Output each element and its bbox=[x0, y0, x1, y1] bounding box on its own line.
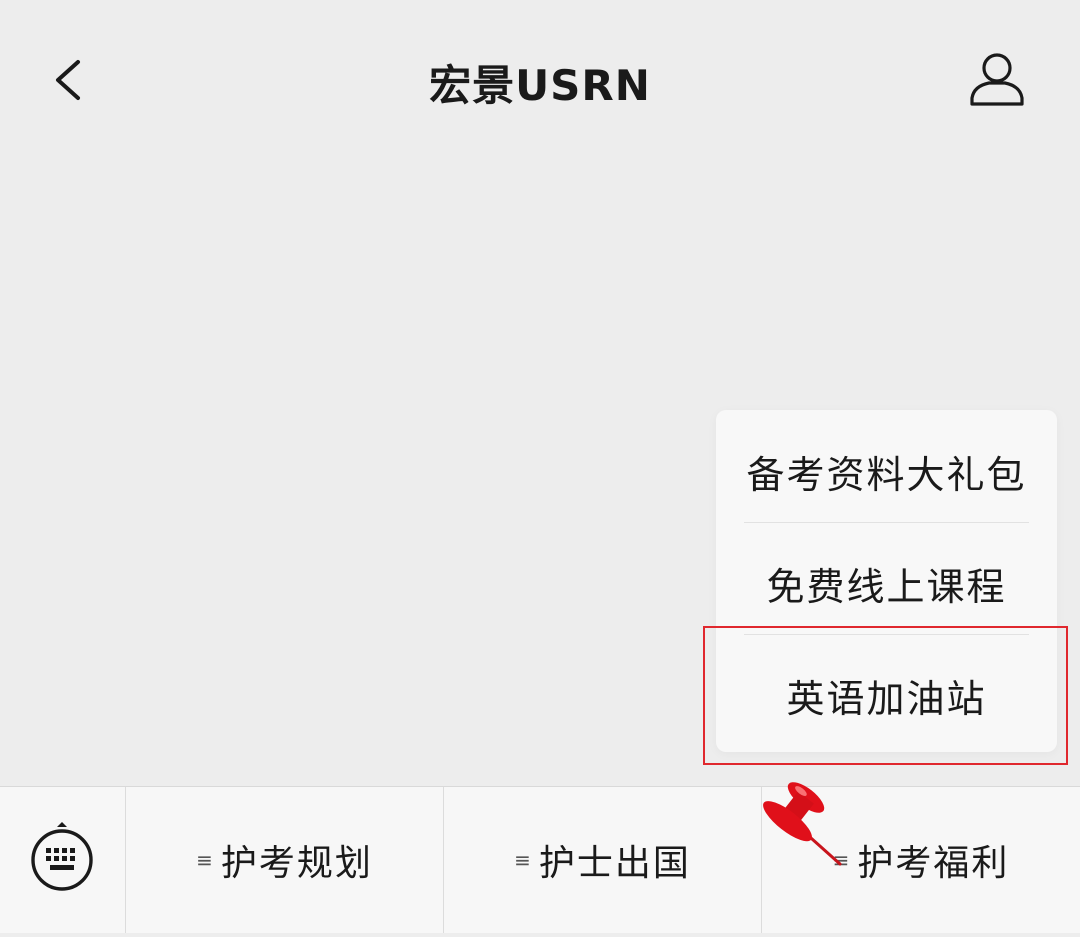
keyboard-icon bbox=[31, 822, 93, 891]
top-nav-bar: 宏景USRN bbox=[0, 0, 1080, 160]
profile-button[interactable] bbox=[962, 48, 1032, 114]
submenu-item-label: 备考资料大礼包 bbox=[746, 452, 1027, 497]
menu-list-icon: ≡ bbox=[832, 848, 850, 872]
submenu-divider bbox=[744, 522, 1029, 523]
menu-button-exam-benefits[interactable]: ≡ 护考福利 bbox=[762, 787, 1080, 933]
submenu-item-label: 英语加油站 bbox=[786, 676, 987, 721]
keyboard-toggle-button[interactable] bbox=[0, 787, 125, 933]
submenu-item-english-station[interactable]: 英语加油站 bbox=[716, 640, 1057, 750]
menu-list-icon: ≡ bbox=[196, 848, 213, 872]
bottom-menu-bar: ≡ 护考规划 ≡ 护士出国 ≡ 护考福利 bbox=[0, 786, 1080, 933]
menu-button-nurse-abroad[interactable]: ≡ 护士出国 bbox=[444, 787, 761, 933]
submenu-popup: 备考资料大礼包 免费线上课程 英语加油站 bbox=[716, 410, 1057, 752]
menu-button-label: 护考福利 bbox=[857, 843, 1010, 884]
menu-button-label: 护考规划 bbox=[220, 843, 373, 884]
menu-button-exam-planning[interactable]: ≡ 护考规划 bbox=[126, 787, 443, 933]
menu-list-icon: ≡ bbox=[514, 848, 531, 872]
submenu-divider bbox=[744, 634, 1029, 635]
page-title: 宏景USRN bbox=[429, 61, 651, 110]
submenu-item-study-materials[interactable]: 备考资料大礼包 bbox=[716, 416, 1057, 526]
submenu-item-label: 免费线上课程 bbox=[766, 564, 1007, 609]
menu-button-label: 护士出国 bbox=[538, 843, 691, 884]
person-icon bbox=[970, 53, 1024, 106]
submenu-item-free-courses[interactable]: 免费线上课程 bbox=[716, 528, 1057, 638]
